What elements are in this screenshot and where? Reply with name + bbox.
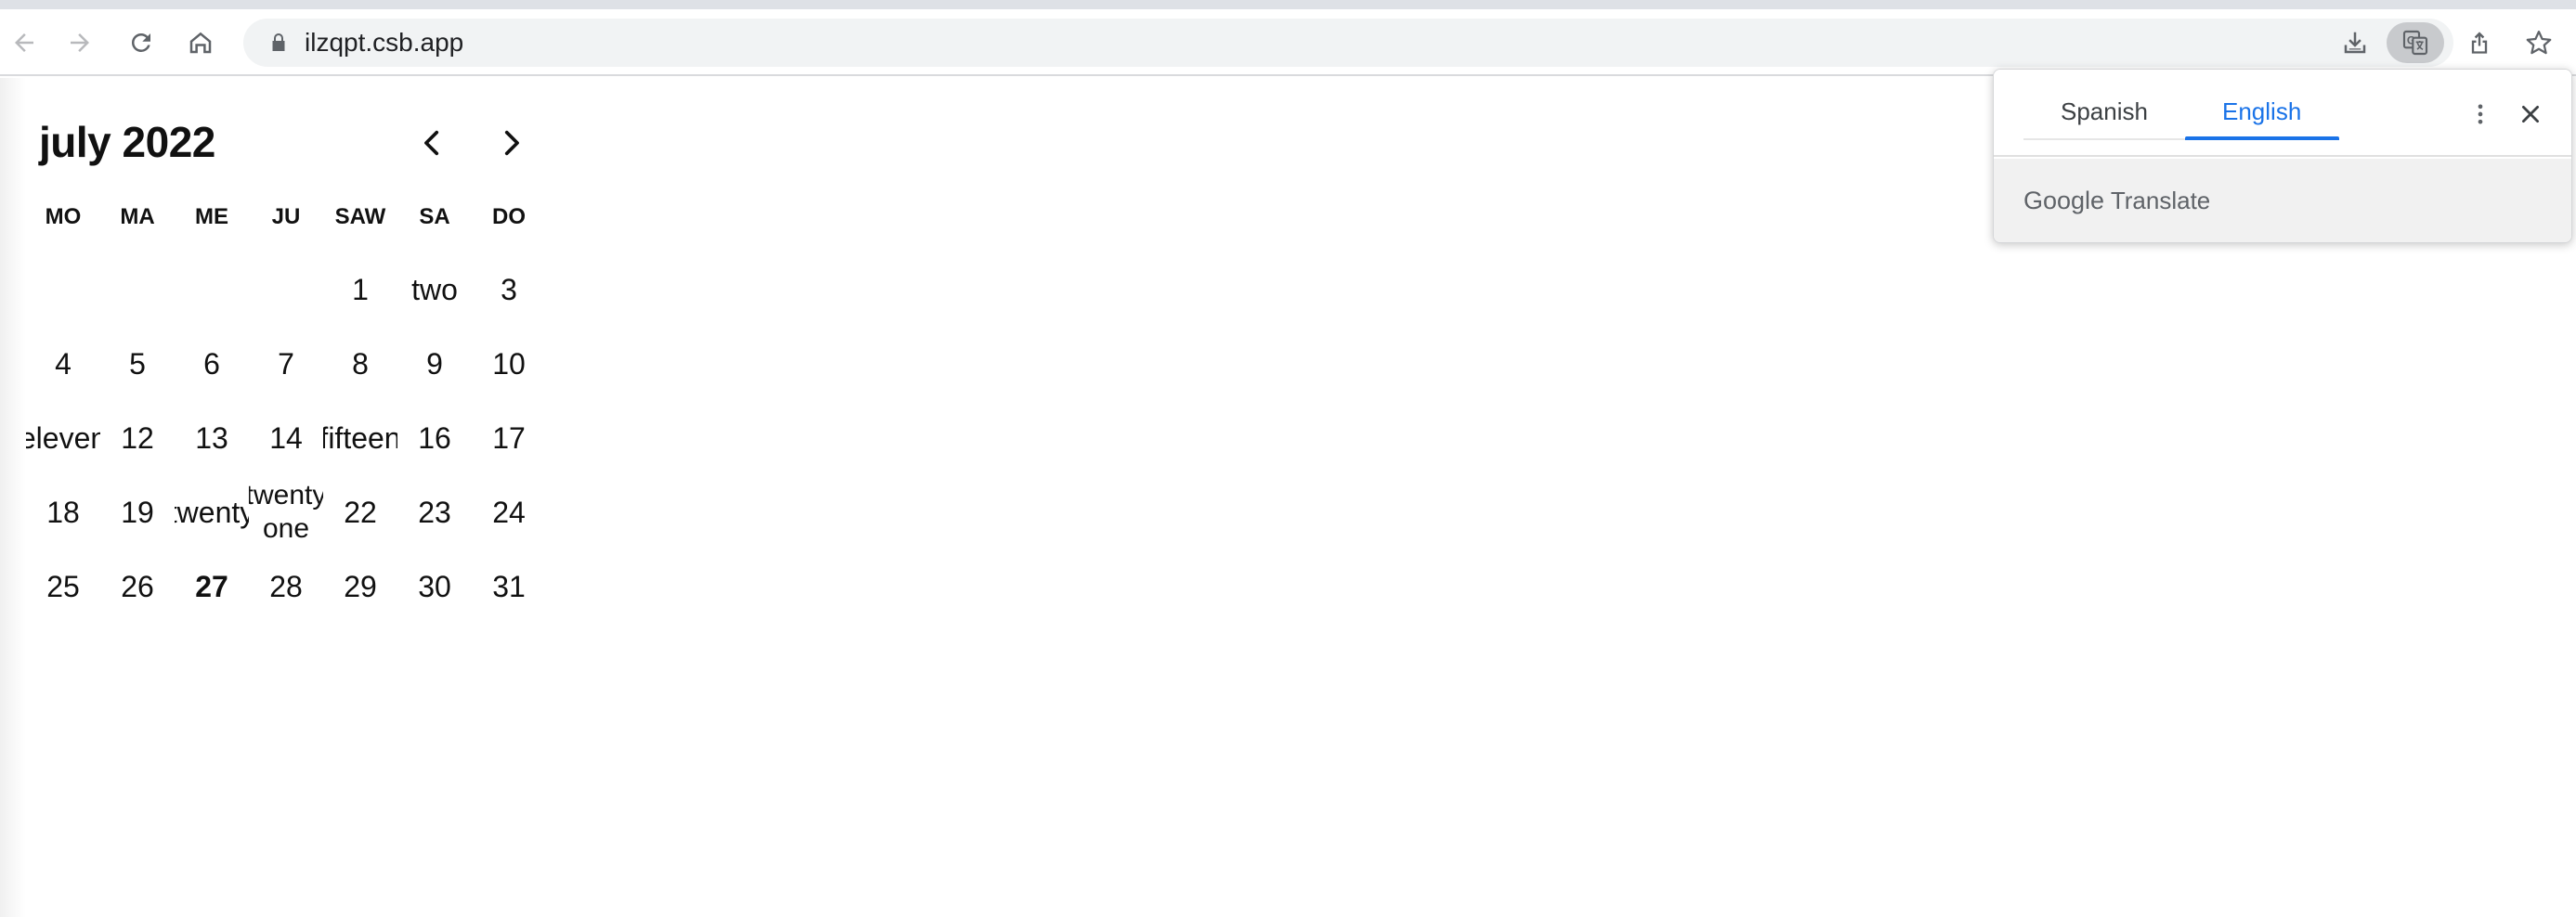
calendar: july 2022 MO MA ME JU SAW SA DO 1 two 3 … <box>0 78 557 653</box>
day-cell[interactable]: 5 <box>100 327 175 401</box>
day-cell[interactable]: 29 <box>323 549 397 624</box>
arrow-right-icon <box>71 33 89 52</box>
day-cell[interactable]: 30 <box>397 549 472 624</box>
home-button[interactable] <box>178 20 223 65</box>
day-cell[interactable]: 1 <box>323 252 397 327</box>
day-cell[interactable]: 3 <box>472 252 546 327</box>
weekday-label: MA <box>120 204 155 229</box>
back-button[interactable] <box>2 20 46 65</box>
bookmark-button[interactable] <box>2517 20 2561 65</box>
day-cell[interactable]: fifteen <box>323 401 397 475</box>
day-cell-empty <box>26 252 100 327</box>
translate-popup-header: Spanish English <box>1994 70 2571 157</box>
weekday-label: SAW <box>334 204 386 229</box>
day-cell[interactable]: two <box>397 252 472 327</box>
weekday-label: SA <box>419 204 450 229</box>
tab-strip <box>0 0 2576 9</box>
previous-month-button[interactable] <box>410 121 455 165</box>
home-icon <box>189 32 212 54</box>
chevron-right-icon <box>504 130 519 156</box>
day-grid: 1 two 3 4 5 6 7 8 9 10 eleven 12 13 14 f… <box>26 252 546 624</box>
tab-spanish[interactable]: Spanish <box>2061 97 2148 126</box>
day-cell[interactable]: 7 <box>249 327 323 401</box>
day-cell[interactable]: 9 <box>397 327 472 401</box>
weekday-label: ME <box>195 204 228 229</box>
weekday-label: JU <box>271 204 301 229</box>
weekday-header: MO MA ME JU SAW SA DO <box>26 204 546 230</box>
install-app-icon[interactable] <box>2333 22 2377 63</box>
url-text: ilzqpt.csb.app <box>305 28 464 57</box>
address-bar[interactable]: ilzqpt.csb.app G <box>243 19 2453 67</box>
forward-button[interactable] <box>58 20 102 65</box>
day-cell[interactable]: 26 <box>100 549 175 624</box>
translate-brand-text: Translate <box>2110 187 2211 214</box>
tab-english[interactable]: English <box>2222 97 2301 126</box>
share-button[interactable] <box>2457 20 2502 65</box>
day-cell[interactable]: 16 <box>397 401 472 475</box>
star-icon <box>2526 31 2552 55</box>
day-cell[interactable]: 28 <box>249 549 323 624</box>
day-cell[interactable]: eleven <box>26 401 100 475</box>
day-cell[interactable]: 22 <box>323 475 397 549</box>
google-logo-text: Google <box>2023 187 2105 214</box>
day-cell[interactable]: 18 <box>26 475 100 549</box>
chevron-left-icon <box>424 130 439 156</box>
day-cell[interactable]: 24 <box>472 475 546 549</box>
day-cell[interactable]: 19 <box>100 475 175 549</box>
day-cell[interactable]: 6 <box>175 327 249 401</box>
translate-popup-footer: Google Translate <box>1994 159 2571 242</box>
more-options-button[interactable] <box>2462 96 2499 133</box>
translate-icon[interactable]: G <box>2387 22 2444 63</box>
day-cell[interactable]: 12 <box>100 401 175 475</box>
day-cell[interactable]: 4 <box>26 327 100 401</box>
day-cell[interactable]: twenty <box>175 475 249 549</box>
close-button[interactable] <box>2512 96 2549 133</box>
arrow-left-icon <box>15 33 33 52</box>
translate-popup: Spanish English Google Translate <box>1993 69 2572 243</box>
weekday-label: DO <box>492 204 526 229</box>
day-cell[interactable]: 10 <box>472 327 546 401</box>
calendar-month-title: july 2022 <box>39 118 215 166</box>
day-cell-empty <box>175 252 249 327</box>
day-cell-empty <box>249 252 323 327</box>
day-cell-today[interactable]: 27 <box>175 549 249 624</box>
day-cell[interactable]: 25 <box>26 549 100 624</box>
close-icon <box>2522 106 2539 123</box>
google-translate-brand: Google Translate <box>2023 187 2210 215</box>
day-cell[interactable]: 8 <box>323 327 397 401</box>
browser-toolbar: ilzqpt.csb.app G <box>0 9 2576 76</box>
day-cell[interactable]: 14 <box>249 401 323 475</box>
day-cell[interactable]: 23 <box>397 475 472 549</box>
reload-button[interactable] <box>119 20 163 65</box>
tab-underline-active <box>2185 136 2339 140</box>
next-month-button[interactable] <box>488 121 533 165</box>
share-icon <box>2471 32 2488 54</box>
weekday-label: MO <box>45 204 82 229</box>
day-cell-empty <box>100 252 175 327</box>
more-vertical-icon <box>2478 104 2483 124</box>
day-cell[interactable]: 31 <box>472 549 546 624</box>
day-cell[interactable]: 17 <box>472 401 546 475</box>
day-cell[interactable]: twenty one <box>249 475 323 549</box>
lock-icon <box>267 32 290 54</box>
reload-icon <box>131 32 150 52</box>
day-cell[interactable]: 13 <box>175 401 249 475</box>
